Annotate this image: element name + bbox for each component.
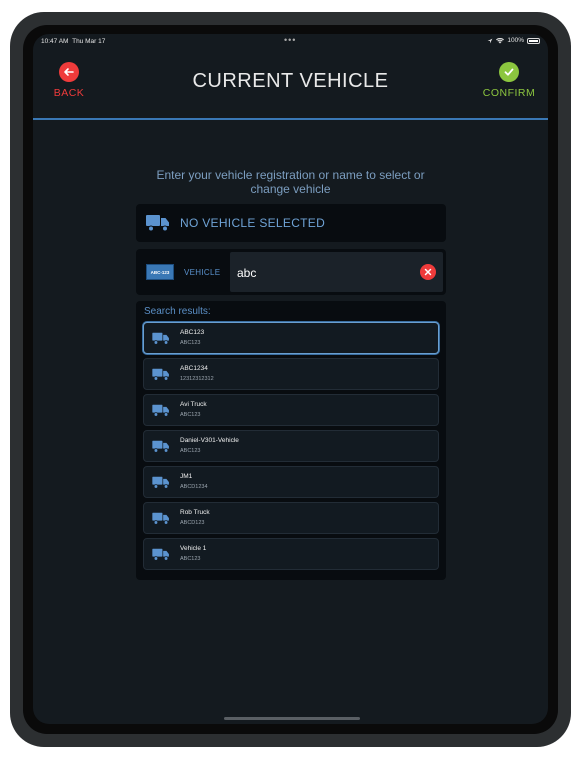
vehicle-search-box <box>230 252 443 292</box>
result-item[interactable]: Avi Truck ABC123 <box>143 394 439 426</box>
close-icon <box>424 268 432 276</box>
result-name: ABC1234 <box>180 365 208 372</box>
status-bar: 10:47 AM Thu Mar 17 ••• 100% <box>33 34 548 50</box>
result-name: JM1 <box>180 473 193 480</box>
result-item[interactable]: Daniel-V301-Vehicle ABC123 <box>143 430 439 462</box>
confirm-circle <box>499 62 519 82</box>
instruction-line-1: Enter your vehicle registration or name … <box>156 168 425 182</box>
checkmark-icon <box>504 68 514 76</box>
result-item[interactable]: Vehicle 1 ABC123 <box>143 538 439 570</box>
license-plate-icon: ABC-123 <box>146 264 174 280</box>
location-icon <box>487 38 493 43</box>
result-name: ABC123 <box>180 329 205 336</box>
search-results-list: ABC123 ABC123 ABC1234 12312312312 Avi Tr… <box>143 322 439 574</box>
truck-icon <box>152 476 169 489</box>
no-vehicle-label: NO VEHICLE SELECTED <box>180 216 326 230</box>
result-item[interactable]: ABC1234 12312312312 <box>143 358 439 390</box>
result-name: Avi Truck <box>180 401 207 408</box>
status-time: 10:47 AM Thu Mar 17 <box>41 38 106 45</box>
truck-icon <box>152 440 169 453</box>
result-registration: ABC123 <box>180 556 201 562</box>
page-title: CURRENT VEHICLE <box>192 70 389 92</box>
instruction-line-2: change vehicle <box>250 182 331 196</box>
wifi-icon <box>496 37 505 43</box>
confirm-button[interactable]: CONFIRM <box>478 62 540 99</box>
multitasking-dots[interactable]: ••• <box>284 35 296 45</box>
truck-icon <box>152 548 169 561</box>
result-registration: ABC123 <box>180 340 201 346</box>
truck-icon <box>152 404 169 417</box>
instruction-text: Enter your vehicle registration or name … <box>33 168 548 196</box>
result-item[interactable]: ABC123 ABC123 <box>143 322 439 354</box>
confirm-label: CONFIRM <box>482 87 536 99</box>
clear-search-button[interactable] <box>420 264 436 280</box>
home-indicator[interactable] <box>224 717 360 720</box>
result-name: Daniel-V301-Vehicle <box>180 437 239 444</box>
result-item[interactable]: Rob Truck ABCD123 <box>143 502 439 534</box>
vehicle-search-row: ABC-123 VEHICLE <box>136 249 446 295</box>
battery-icon <box>527 37 540 44</box>
truck-icon <box>152 512 169 525</box>
vehicle-field-label-area: ABC-123 VEHICLE <box>136 249 229 295</box>
status-icons: 100% <box>487 37 540 44</box>
battery-percent: 100% <box>507 37 524 44</box>
truck-icon <box>146 215 169 232</box>
result-registration: ABCD1234 <box>180 484 208 490</box>
result-name: Vehicle 1 <box>180 545 207 552</box>
vehicle-field-label: VEHICLE <box>184 267 221 277</box>
result-registration: 12312312312 <box>180 376 214 382</box>
result-registration: ABCD123 <box>180 520 205 526</box>
header: BACK CURRENT VEHICLE CONFIRM <box>33 56 548 120</box>
result-registration: ABC123 <box>180 412 201 418</box>
current-vehicle-panel: NO VEHICLE SELECTED <box>136 204 446 242</box>
vehicle-search-input[interactable] <box>235 260 409 286</box>
truck-icon <box>152 332 169 345</box>
screen: 10:47 AM Thu Mar 17 ••• 100% BACK CURREN… <box>33 34 548 724</box>
result-item[interactable]: JM1 ABCD1234 <box>143 466 439 498</box>
result-name: Rob Truck <box>180 509 210 516</box>
search-results-panel: Search results: ABC123 ABC123 ABC1234 12… <box>136 301 446 580</box>
result-registration: ABC123 <box>180 448 201 454</box>
search-results-title: Search results: <box>144 306 211 317</box>
truck-icon <box>152 368 169 381</box>
